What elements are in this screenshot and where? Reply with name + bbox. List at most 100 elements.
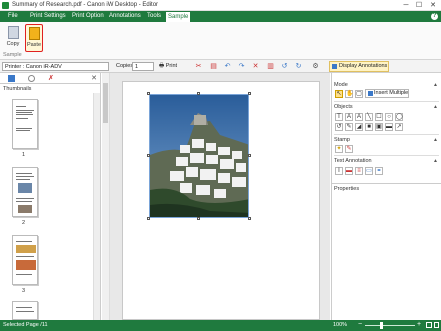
paste-label: Paste xyxy=(26,42,42,48)
copy-button[interactable]: Copy xyxy=(4,24,22,52)
delete-icon[interactable]: ✕ xyxy=(252,63,259,70)
menu-print-settings[interactable]: Print Settings xyxy=(28,11,68,22)
text-box-tool-icon[interactable]: A xyxy=(345,113,353,121)
thumbnails-scrollbar[interactable] xyxy=(93,93,100,320)
pen-tool-icon[interactable]: ✎ xyxy=(345,123,353,131)
comments-tab-icon[interactable] xyxy=(28,75,35,82)
menu-bar: File Print Settings Print Option Annotat… xyxy=(0,11,441,22)
settings-icon[interactable]: ⚙ xyxy=(312,63,319,70)
close-button[interactable]: ✕ xyxy=(427,1,439,10)
rectangle-tool-icon[interactable]: ☐ xyxy=(375,113,383,121)
ribbon: Copy Paste Sample xyxy=(0,22,441,60)
page-move-icon[interactable]: ▥ xyxy=(267,63,274,70)
menu-sample[interactable]: Sample xyxy=(166,11,191,22)
rotate-right-icon[interactable]: ↻ xyxy=(295,63,302,70)
insert-multiple-button[interactable]: Insert Multiple xyxy=(365,89,409,98)
menu-tools[interactable]: Tools xyxy=(145,11,163,22)
line-tool-icon[interactable]: ╲ xyxy=(365,113,373,121)
print-label: Print xyxy=(165,63,178,69)
collapse-icon[interactable]: ▲ xyxy=(433,82,438,88)
link-icon[interactable]: ⚭ xyxy=(375,167,383,175)
document-page xyxy=(122,81,320,320)
text-annotation-icon[interactable]: I xyxy=(335,167,343,175)
freehand-tool-icon[interactable]: ↺ xyxy=(335,123,343,131)
zoom-out-button[interactable]: − xyxy=(358,321,362,329)
copy-icon xyxy=(7,26,19,39)
pane-tabs: ✗ ✕ xyxy=(0,73,100,84)
image-tool-icon[interactable]: ▣ xyxy=(375,123,383,131)
printer-select[interactable]: Printer : Canon iR-ADV xyxy=(2,62,109,71)
resize-handle[interactable] xyxy=(248,217,251,220)
pane-close-icon[interactable]: ✕ xyxy=(91,74,97,82)
printer-icon: 🖶 xyxy=(159,63,165,69)
date-stamp-tool-icon[interactable]: ✎ xyxy=(345,145,353,153)
zoom-slider-knob[interactable] xyxy=(380,322,383,329)
objects-label: Objects xyxy=(334,104,353,110)
marker-tool-icon[interactable]: ▬ xyxy=(385,123,393,131)
ribbon-group-label: Sample xyxy=(3,52,22,58)
highlight-icon[interactable]: ▭ xyxy=(365,167,373,175)
resize-handle[interactable] xyxy=(197,217,200,220)
thumbnails-label: Thumbnails xyxy=(3,86,32,92)
hand-mode-icon[interactable]: ✋ xyxy=(345,90,353,98)
collapse-icon[interactable]: ▲ xyxy=(433,137,438,143)
select-mode-icon[interactable]: ↖ xyxy=(335,90,343,98)
paste-button[interactable]: Paste xyxy=(25,24,43,52)
mode-label: Mode xyxy=(334,82,348,88)
document-area[interactable] xyxy=(102,73,330,320)
undo-icon[interactable]: ↶ xyxy=(224,63,231,70)
zoom-in-button[interactable]: + xyxy=(417,321,421,329)
polygon-tool-icon[interactable]: ◢ xyxy=(355,123,363,131)
resize-handle[interactable] xyxy=(248,154,251,157)
annotations-icon xyxy=(332,64,337,69)
page-red-icon[interactable]: ▤ xyxy=(210,63,217,70)
filled-rect-tool-icon[interactable]: ■ xyxy=(365,123,373,131)
thumbnail-page-1[interactable] xyxy=(12,99,38,149)
document-scrollbar[interactable] xyxy=(102,73,110,320)
menu-annotations[interactable]: Annotations xyxy=(107,11,143,22)
resize-handle[interactable] xyxy=(147,154,150,157)
menu-print-option[interactable]: Print Option xyxy=(70,11,106,22)
stamp-tool-icon[interactable]: ✦ xyxy=(335,145,343,153)
thumbnail-page-4[interactable] xyxy=(12,301,38,320)
thumbnails-tab-icon[interactable] xyxy=(8,75,15,82)
thumbnail-page-3[interactable] xyxy=(12,235,38,285)
resize-handle[interactable] xyxy=(248,92,251,95)
zoom-slider[interactable] xyxy=(365,325,415,326)
fit-width-icon[interactable] xyxy=(434,322,439,328)
lock-mode-icon[interactable]: ▢ xyxy=(355,90,363,98)
arrow-tool-icon[interactable]: ↗ xyxy=(395,123,403,131)
window-title: Summary of Research.pdf - Canon iW Deskt… xyxy=(12,2,159,8)
zoom-level: 100% xyxy=(333,322,348,328)
thumbnail-page-2[interactable] xyxy=(12,167,38,217)
collapse-icon[interactable]: ▲ xyxy=(433,104,438,110)
display-annotations-button[interactable]: Display Annotations xyxy=(329,61,389,72)
thumbnail-page-number: 1 xyxy=(22,152,26,158)
scissors-icon[interactable]: ✂ xyxy=(195,63,202,70)
stamp-tab-icon[interactable]: ✗ xyxy=(48,75,55,82)
minimize-button[interactable]: ─ xyxy=(400,1,412,10)
circle-tool-icon[interactable]: ◯ xyxy=(395,113,403,121)
ellipse-tool-icon[interactable]: ○ xyxy=(385,113,393,121)
redo-icon[interactable]: ↷ xyxy=(238,63,245,70)
underline-icon[interactable]: ▬ xyxy=(345,167,353,175)
thumbnails-pane: ✗ ✕ Thumbnails 1 2 3 xyxy=(0,73,101,320)
text-tool-icon[interactable]: T xyxy=(335,113,343,121)
menu-file[interactable]: File xyxy=(6,11,20,22)
strikethrough-icon[interactable]: ≡ xyxy=(355,167,363,175)
collapse-icon[interactable]: ▲ xyxy=(433,158,438,164)
scrollbar-thumb[interactable] xyxy=(103,83,108,123)
text-annotation-label: Text Annotation xyxy=(334,158,372,164)
highlight-text-tool-icon[interactable]: A xyxy=(355,113,363,121)
help-icon[interactable]: ? xyxy=(431,13,438,20)
resize-handle[interactable] xyxy=(147,92,150,95)
copies-stepper[interactable]: 1 xyxy=(132,62,154,71)
pasted-image[interactable] xyxy=(149,94,249,218)
print-button[interactable]: 🖶 Print xyxy=(159,62,177,71)
selected-page-status: Selected Page /11 xyxy=(3,322,48,328)
resize-handle[interactable] xyxy=(197,92,200,95)
resize-handle[interactable] xyxy=(147,217,150,220)
rotate-left-icon[interactable]: ↺ xyxy=(281,63,288,70)
fit-page-icon[interactable] xyxy=(426,322,432,328)
maximize-button[interactable]: ☐ xyxy=(413,1,425,10)
